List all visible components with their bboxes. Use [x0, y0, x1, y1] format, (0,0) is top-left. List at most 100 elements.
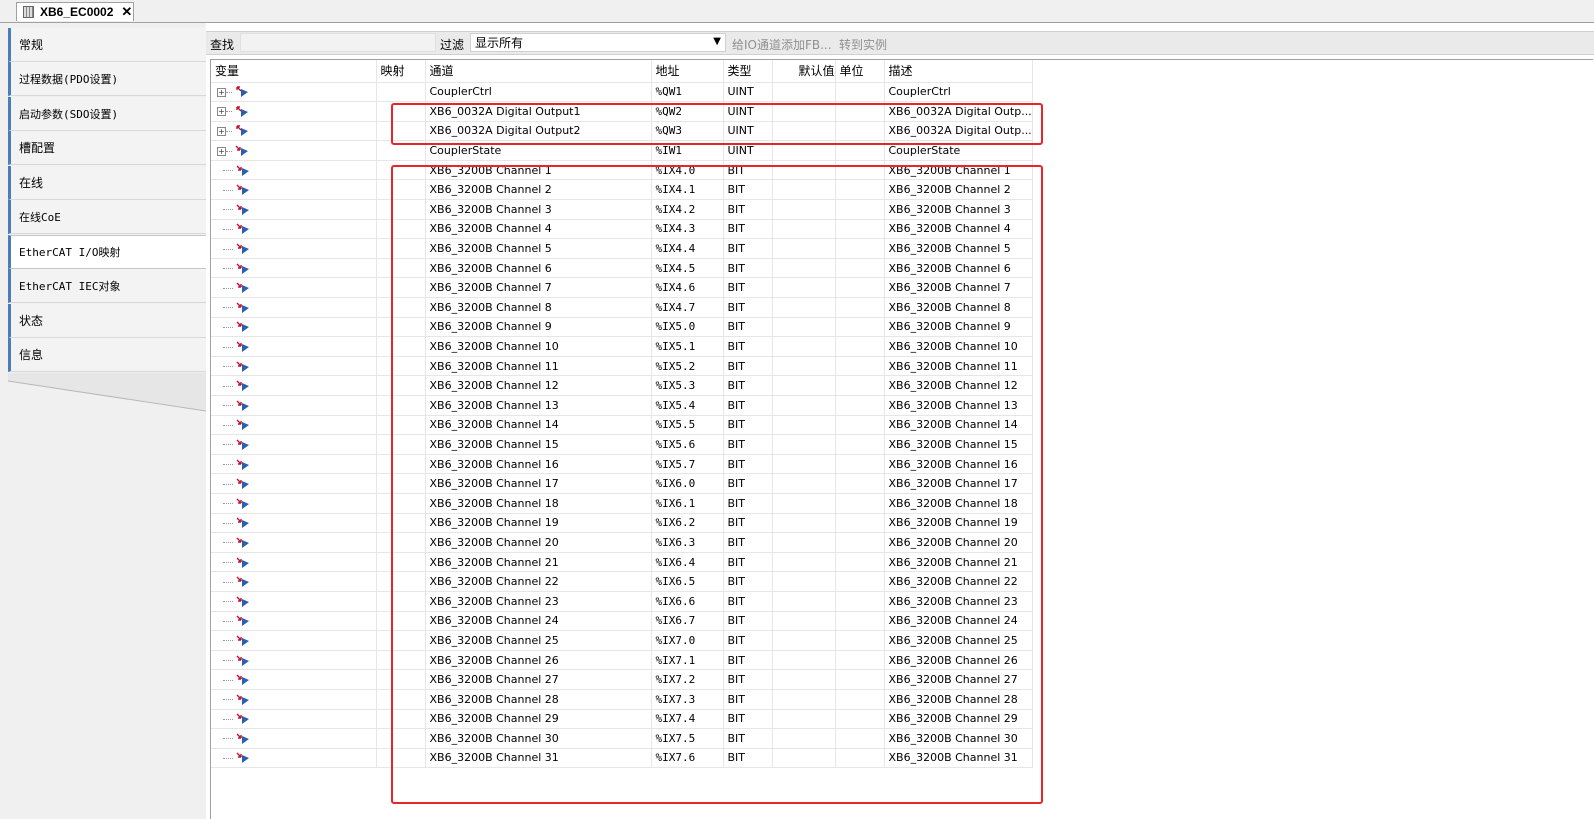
table-row[interactable]: XB6_3200B Channel 26 %IX7.1 BIT XB6_3200B C… [211, 650, 1033, 671]
document-tab[interactable]: XB6_EC0002 ✕ [16, 2, 134, 21]
table-row[interactable]: XB6_3200B Channel 7 %IX4.6 BIT XB6_3200B Ch… [211, 277, 1033, 299]
table-row[interactable]: XB6_3200B Channel 21 %IX6.4 BIT XB6_3200B C… [211, 552, 1033, 573]
table-row[interactable]: XB6_3200B Channel 24 %IX6.7 BIT XB6_3200B C… [211, 611, 1033, 632]
default-value-cell[interactable] [772, 199, 836, 220]
variable-cell[interactable] [211, 395, 377, 416]
find-input[interactable] [240, 33, 436, 52]
variable-cell[interactable]: + [211, 140, 377, 161]
default-value-cell[interactable] [772, 375, 836, 396]
variable-cell[interactable] [211, 258, 377, 279]
default-value-cell[interactable] [772, 630, 836, 651]
column-header-6[interactable]: 单位 [835, 60, 885, 83]
plus-box-icon[interactable]: + [217, 126, 226, 136]
default-value-cell[interactable] [772, 532, 836, 553]
table-row[interactable]: XB6_3200B Channel 10 %IX5.1 BIT XB6_3200B C… [211, 336, 1033, 357]
variable-cell[interactable] [211, 415, 377, 436]
default-value-cell[interactable] [772, 297, 836, 318]
variable-cell[interactable] [211, 160, 377, 181]
close-icon[interactable]: ✕ [121, 4, 132, 20]
default-value-cell[interactable] [772, 611, 836, 632]
variable-cell[interactable] [211, 709, 377, 730]
sidebar-item-7[interactable]: EtherCAT IEC对象 [8, 269, 206, 303]
table-row[interactable]: XB6_3200B Channel 6 %IX4.5 BIT XB6_3200B Ch… [211, 258, 1033, 279]
variable-cell[interactable] [211, 179, 377, 201]
table-row[interactable]: XB6_3200B Channel 17 %IX6.0 BIT XB6_3200B C… [211, 473, 1033, 494]
default-value-cell[interactable] [772, 160, 836, 181]
variable-cell[interactable] [211, 336, 377, 357]
default-value-cell[interactable] [772, 669, 836, 690]
table-row[interactable]: XB6_3200B Channel 25 %IX7.0 BIT XB6_3200B C… [211, 630, 1033, 651]
table-row[interactable]: XB6_3200B Channel 8 %IX4.7 BIT XB6_3200B Ch… [211, 297, 1033, 318]
sidebar-item-4[interactable]: 在线 [8, 166, 206, 200]
variable-cell[interactable] [211, 356, 377, 377]
table-row[interactable]: XB6_3200B Channel 28 %IX7.3 BIT XB6_3200B C… [211, 689, 1033, 710]
default-value-cell[interactable] [772, 356, 836, 377]
table-row[interactable]: XB6_3200B Channel 15 %IX5.6 BIT XB6_3200B C… [211, 434, 1033, 455]
default-value-cell[interactable] [772, 336, 836, 357]
table-row[interactable]: XB6_3200B Channel 23 %IX6.6 BIT XB6_3200B C… [211, 591, 1033, 612]
default-value-cell[interactable] [772, 101, 836, 122]
default-value-cell[interactable] [772, 415, 836, 436]
table-row[interactable]: XB6_3200B Channel 3 %IX4.2 BIT XB6_3200B Ch… [211, 199, 1033, 220]
variable-cell[interactable] [211, 317, 377, 338]
variable-cell[interactable] [211, 238, 377, 259]
table-row[interactable]: XB6_3200B Channel 1 %IX4.0 BIT XB6_3200B Ch… [211, 160, 1033, 181]
table-row[interactable]: + CouplerState %IW1 UINT CouplerState [211, 140, 1033, 161]
column-header-0[interactable]: 变量 [211, 60, 377, 83]
default-value-cell[interactable] [772, 258, 836, 279]
plus-box-icon[interactable]: + [217, 107, 226, 117]
variable-cell[interactable] [211, 630, 377, 651]
variable-cell[interactable]: + [211, 82, 377, 103]
variable-cell[interactable] [211, 591, 377, 612]
default-value-cell[interactable] [772, 277, 836, 299]
default-value-cell[interactable] [772, 121, 836, 142]
table-row[interactable]: XB6_3200B Channel 9 %IX5.0 BIT XB6_3200B Ch… [211, 317, 1033, 338]
default-value-cell[interactable] [772, 552, 836, 573]
add-fb-button[interactable]: 给IO通道添加FB... [732, 36, 832, 53]
default-value-cell[interactable] [772, 317, 836, 338]
plus-box-icon[interactable]: + [217, 87, 226, 97]
column-header-5[interactable]: 默认值 [772, 60, 836, 83]
table-row[interactable]: XB6_3200B Channel 2 %IX4.1 BIT XB6_3200B Ch… [211, 179, 1033, 201]
variable-cell[interactable]: + [211, 101, 377, 122]
column-header-1[interactable]: 映射 [376, 60, 426, 83]
default-value-cell[interactable] [772, 238, 836, 259]
variable-cell[interactable] [211, 552, 377, 573]
table-row[interactable]: XB6_3200B Channel 11 %IX5.2 BIT XB6_3200B C… [211, 356, 1033, 377]
default-value-cell[interactable] [772, 493, 836, 514]
table-row[interactable]: XB6_3200B Channel 31 %IX7.6 BIT XB6_3200B C… [211, 748, 1033, 769]
plus-box-icon[interactable]: + [217, 146, 226, 156]
variable-cell[interactable] [211, 454, 377, 475]
variable-cell[interactable] [211, 219, 377, 240]
default-value-cell[interactable] [772, 650, 836, 671]
default-value-cell[interactable] [772, 513, 836, 534]
table-row[interactable]: XB6_3200B Channel 18 %IX6.1 BIT XB6_3200B C… [211, 493, 1033, 514]
default-value-cell[interactable] [772, 219, 836, 240]
table-row[interactable]: XB6_3200B Channel 5 %IX4.4 BIT XB6_3200B Ch… [211, 238, 1033, 259]
table-row[interactable]: XB6_3200B Channel 29 %IX7.4 BIT XB6_3200B C… [211, 709, 1033, 730]
table-row[interactable]: + XB6_0032A Digital Output1 %QW2 UINT XB6_00… [211, 101, 1033, 122]
default-value-cell[interactable] [772, 728, 836, 749]
default-value-cell[interactable] [772, 591, 836, 612]
default-value-cell[interactable] [772, 748, 836, 769]
table-row[interactable]: + XB6_0032A Digital Output2 %QW3 UINT XB6_00… [211, 121, 1033, 142]
filter-select[interactable]: 显示所有 ▼ [470, 33, 726, 52]
table-row[interactable]: XB6_3200B Channel 22 %IX6.5 BIT XB6_3200B C… [211, 571, 1033, 592]
variable-cell[interactable] [211, 297, 377, 318]
sidebar-item-6[interactable]: EtherCAT I/O映射 [8, 235, 206, 269]
table-row[interactable]: XB6_3200B Channel 30 %IX7.5 BIT XB6_3200B C… [211, 728, 1033, 749]
variable-cell[interactable] [211, 493, 377, 514]
table-row[interactable]: XB6_3200B Channel 16 %IX5.7 BIT XB6_3200B C… [211, 454, 1033, 475]
column-header-7[interactable]: 描述 [884, 60, 1033, 83]
variable-cell[interactable] [211, 199, 377, 220]
default-value-cell[interactable] [772, 140, 836, 161]
table-row[interactable]: XB6_3200B Channel 27 %IX7.2 BIT XB6_3200B C… [211, 669, 1033, 690]
default-value-cell[interactable] [772, 395, 836, 416]
variable-cell[interactable] [211, 748, 377, 769]
variable-cell[interactable] [211, 669, 377, 690]
table-row[interactable]: XB6_3200B Channel 12 %IX5.3 BIT XB6_3200B C… [211, 375, 1033, 396]
sidebar-item-5[interactable]: 在线CoE [8, 200, 206, 234]
variable-cell[interactable] [211, 277, 377, 299]
sidebar-item-9[interactable]: 信息 [8, 338, 206, 372]
column-header-3[interactable]: 地址 [651, 60, 724, 83]
